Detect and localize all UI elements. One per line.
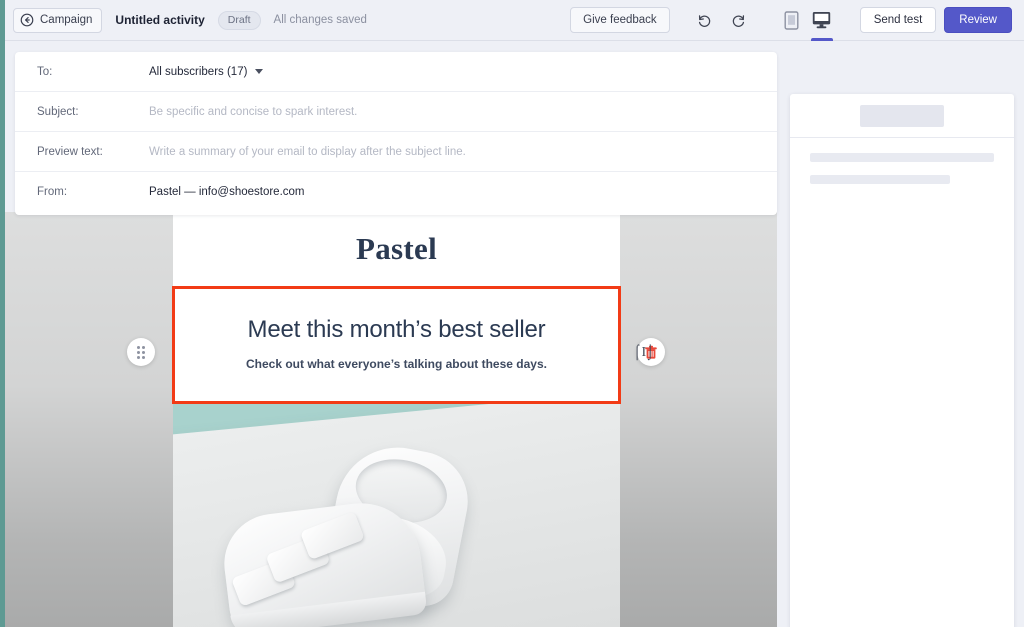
field-value-to[interactable]: All subscribers (17) xyxy=(149,65,264,78)
field-row-from[interactable]: From: Pastel — info@shoestore.com xyxy=(15,172,777,212)
back-to-campaign-label: Campaign xyxy=(40,14,93,26)
email-hero-image[interactable] xyxy=(173,404,620,627)
toolbar-right-group: Give feedback Send test Review xyxy=(570,0,1024,41)
save-status-text: All changes saved xyxy=(273,14,367,26)
hero-title[interactable]: Meet this month’s best seller xyxy=(199,315,594,344)
view-mode-toggle xyxy=(778,0,836,41)
status-badge: Draft xyxy=(217,10,261,30)
back-to-campaign-button[interactable]: Campaign xyxy=(13,7,103,33)
workspace: To: All subscribers (17) Subject: Be spe… xyxy=(0,41,1024,627)
field-label-subject: Subject: xyxy=(37,105,79,118)
field-label-preview-text: Preview text: xyxy=(37,145,103,158)
undo-redo-group xyxy=(692,7,752,33)
undo-button[interactable] xyxy=(692,7,718,33)
recipients-value: All subscribers (17) xyxy=(149,65,248,78)
chevron-down-icon xyxy=(255,69,264,74)
field-row-preview-text[interactable]: Preview text: Write a summary of your em… xyxy=(15,132,777,172)
block-drag-handle[interactable] xyxy=(127,338,155,366)
redo-button[interactable] xyxy=(726,7,752,33)
preview-line-placeholder xyxy=(810,153,994,162)
activity-title[interactable]: Untitled activity xyxy=(115,13,204,27)
email-hero-block-selected[interactable]: Meet this month’s best seller Check out … xyxy=(172,286,621,405)
email-settings-card: To: All subscribers (17) Subject: Be spe… xyxy=(15,52,777,215)
send-test-button[interactable]: Send test xyxy=(859,7,937,33)
mobile-device-icon xyxy=(784,10,799,30)
top-toolbar: Campaign Untitled activity Draft All cha… xyxy=(0,0,1024,41)
undo-arrow-icon xyxy=(699,14,711,27)
brand-logo: Pastel xyxy=(356,231,437,266)
left-edge-strip xyxy=(0,0,5,627)
review-button[interactable]: Review xyxy=(944,7,1012,33)
preview-text-input[interactable]: Write a summary of your email to display… xyxy=(149,146,466,158)
preview-body xyxy=(790,138,1014,184)
email-preview-panel[interactable] xyxy=(790,94,1014,627)
preview-logo-placeholder xyxy=(860,104,944,127)
toolbar-left-group: Campaign Untitled activity Draft All cha… xyxy=(0,7,367,33)
preview-fade-overlay xyxy=(790,548,1014,627)
preview-header xyxy=(790,94,1014,138)
mobile-view-option[interactable] xyxy=(778,0,806,41)
preview-line-placeholder xyxy=(810,175,950,184)
subject-input[interactable]: Be specific and concise to spark interes… xyxy=(149,106,357,118)
redo-arrow-icon xyxy=(732,14,745,27)
field-label-from: From: xyxy=(37,186,68,198)
sneaker-strap-3 xyxy=(299,511,365,561)
give-feedback-button[interactable]: Give feedback xyxy=(570,7,670,33)
field-row-to[interactable]: To: All subscribers (17) xyxy=(15,52,777,92)
i-beam-cursor-icon: ⌠I⌡ xyxy=(633,345,655,360)
field-label-to: To: xyxy=(37,65,53,78)
from-value[interactable]: Pastel — info@shoestore.com xyxy=(149,186,305,198)
email-canvas: Pastel Meet this month’s best seller Che… xyxy=(0,212,777,627)
email-logo-block[interactable]: Pastel xyxy=(173,212,620,286)
field-row-subject[interactable]: Subject: Be specific and concise to spar… xyxy=(15,92,777,132)
email-document: Pastel Meet this month’s best seller Che… xyxy=(172,212,621,627)
desktop-view-option[interactable] xyxy=(808,0,836,41)
drag-dots-icon xyxy=(137,345,145,359)
circle-arrow-left-icon xyxy=(20,13,34,27)
campaign-editor-app: Campaign Untitled activity Draft All cha… xyxy=(0,0,1024,627)
desktop-monitor-icon xyxy=(812,12,831,29)
hero-subtitle[interactable]: Check out what everyone’s talking about … xyxy=(199,357,594,371)
